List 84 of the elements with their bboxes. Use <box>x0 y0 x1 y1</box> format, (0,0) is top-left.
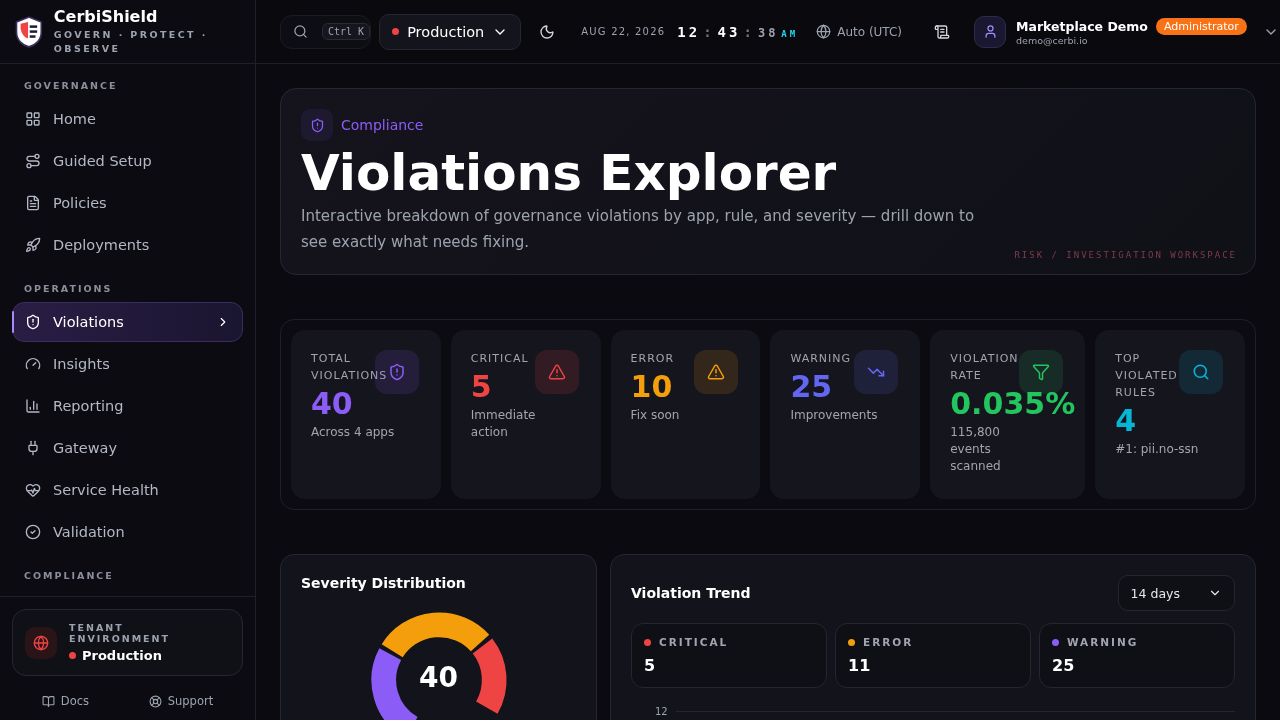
sidebar-item[interactable]: Home <box>12 99 243 139</box>
check-circle-icon <box>25 524 41 540</box>
stat-label: CRITICAL <box>470 351 530 367</box>
avatar-icon[interactable] <box>974 15 1007 48</box>
clock-text: 43 <box>717 23 741 40</box>
shield-icon <box>301 109 333 141</box>
legend-label: WARNING <box>1067 636 1139 648</box>
axis-tick: 12 <box>654 706 668 717</box>
legend-value: 25 <box>1052 656 1076 675</box>
grid-icon <box>25 111 41 127</box>
stat-note: Across 4 apps <box>311 424 396 441</box>
clock-text: : <box>743 23 755 40</box>
legend-label: CRITICAL <box>659 636 729 648</box>
stat-value: 4 <box>1115 402 1138 440</box>
globe-icon <box>816 24 832 39</box>
stat-note: Fix soon <box>630 407 681 424</box>
route-icon <box>25 153 41 169</box>
globe-icon <box>25 626 57 659</box>
sidebar-item[interactable]: Insights <box>12 344 243 384</box>
search-icon <box>293 24 308 39</box>
heart-pulse-icon <box>25 482 41 498</box>
clock-text: : <box>703 23 715 40</box>
scroll-icon[interactable] <box>934 23 951 40</box>
stat-label: ERROR <box>630 351 676 367</box>
section-title: COMPLIANCE <box>23 569 115 583</box>
sidebar-item[interactable]: Violations <box>12 302 243 342</box>
tenant-label: TENANT ENVIRONMENT <box>69 622 172 644</box>
stat-value: 10 <box>630 368 674 406</box>
stat-value: 0.035% <box>950 385 1076 423</box>
section-title: GOVERNANCE <box>23 79 119 93</box>
clock-text: 38 <box>757 25 779 40</box>
environment-selector[interactable]: Production <box>379 13 522 50</box>
brand-tagline: GOVERN · PROTECT · OBSERVE <box>53 28 209 56</box>
section-title: OPERATIONS <box>23 282 114 296</box>
role-badge: Administrator <box>1155 17 1247 35</box>
user-email: demo@cerbi.io <box>1016 34 1089 46</box>
theme-toggle-button[interactable] <box>539 23 556 40</box>
workspace-tag: RISK / INVESTIGATION WORKSPACE <box>1014 250 1237 260</box>
range-select[interactable]: 14 days <box>1117 575 1235 611</box>
legend-value: 5 <box>644 656 657 675</box>
gauge-icon <box>25 356 41 372</box>
shortcut-hint: Ctrl K <box>322 23 371 40</box>
date-text: AUG 22, 2026 <box>581 26 666 37</box>
stat-value: 5 <box>470 368 493 406</box>
tenant-value: Production <box>82 648 162 663</box>
document-icon <box>25 195 41 211</box>
bar-chart-icon <box>25 398 41 414</box>
sidebar-item[interactable]: Service Health <box>12 470 243 510</box>
rocket-icon <box>25 237 41 253</box>
timezone-button[interactable]: Auto (UTC) <box>816 24 903 39</box>
legend-value: 11 <box>848 656 872 675</box>
search-button[interactable]: Ctrl K <box>280 14 372 49</box>
shield-icon <box>25 314 41 330</box>
stat-note: 115,800 events scanned <box>950 424 1002 475</box>
sidebar-item[interactable]: Reporting <box>12 386 243 426</box>
page-subtitle: Interactive breakdown of governance violations by app, rule, and severity — drill down to see exactly what needs fixing. <box>301 206 976 253</box>
stat-label: WARNING <box>790 351 853 367</box>
stat-label: VIOLATION RATE <box>950 351 1020 384</box>
donut-total: 40 <box>418 661 459 694</box>
brand-name: CerbiShield <box>53 7 159 26</box>
stat-note: Improvements <box>790 407 879 424</box>
footer-link[interactable]: Support <box>148 694 214 708</box>
sidebar-item[interactable]: Gateway <box>12 428 243 468</box>
breadcrumb: Compliance <box>341 117 424 133</box>
sidebar-item[interactable]: Deployments <box>12 225 243 265</box>
sidebar-item[interactable]: Policies <box>12 183 243 223</box>
lifebuoy-icon <box>148 694 162 708</box>
plug-icon <box>25 440 41 456</box>
user-name: Marketplace Demo <box>1016 18 1148 34</box>
clock-text: 12 <box>677 23 701 40</box>
clock-text: AM <box>781 28 799 39</box>
stat-note: #1: pii.no-ssn <box>1115 441 1200 458</box>
panel-title: Severity Distribution <box>301 575 467 591</box>
sidebar-item[interactable]: Guided Setup <box>12 141 243 181</box>
stat-note: Immediate action <box>470 407 537 441</box>
stat-value: 25 <box>790 368 834 406</box>
legend-label: ERROR <box>863 636 914 648</box>
page-title: Violations Explorer <box>301 143 838 203</box>
stat-value: 40 <box>311 385 354 423</box>
sidebar-item[interactable]: Validation <box>12 512 243 552</box>
footer-link[interactable]: Docs <box>41 694 90 708</box>
panel-title: Violation Trend <box>631 585 751 601</box>
stat-label: TOP VIOLATED RULES <box>1115 351 1179 401</box>
book-icon <box>41 694 55 708</box>
